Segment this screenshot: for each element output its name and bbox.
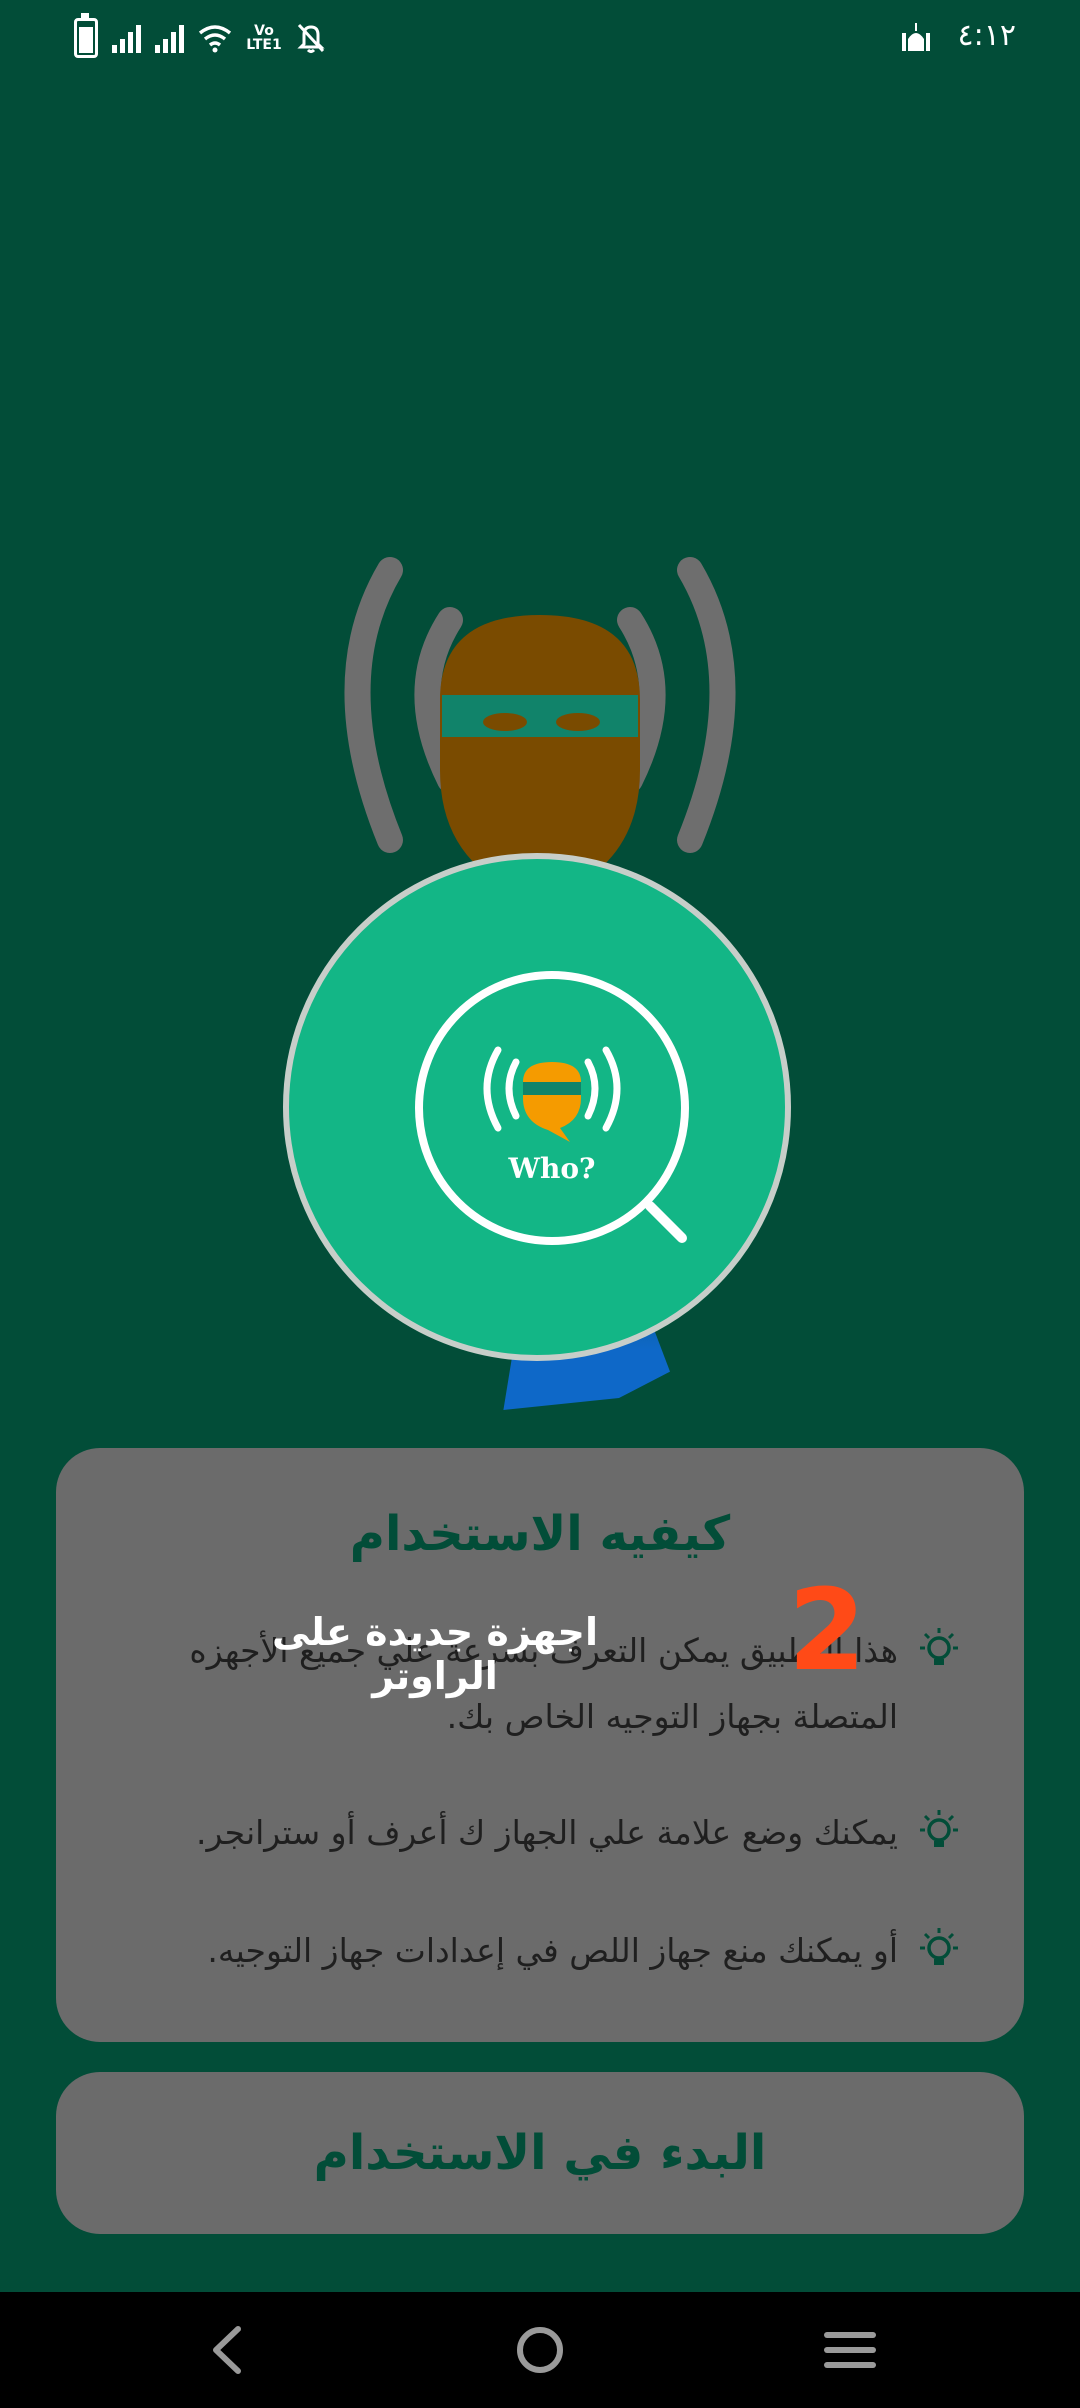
start-using-button[interactable]: البدء في الاستخدام bbox=[56, 2072, 1024, 2234]
signal-icon bbox=[155, 23, 184, 53]
mute-icon bbox=[297, 23, 325, 53]
signal-icon bbox=[112, 23, 141, 53]
mosque-icon bbox=[901, 22, 930, 51]
battery-icon bbox=[74, 13, 98, 58]
card-title: كيفيه الاستخدام bbox=[349, 1506, 731, 1562]
tip-item: أو يمكنك منع جهاز اللص في إعدادات جهاز ا… bbox=[158, 1918, 964, 1984]
status-time: ٤:١٢ bbox=[957, 18, 1016, 53]
lightbulb-icon bbox=[920, 1810, 958, 1847]
how-to-use-card: كيفيه الاستخدام هذا التطبيق يمكن التعرف … bbox=[56, 1448, 1024, 2042]
back-icon bbox=[213, 2326, 241, 2374]
onboarding-step-number: 2 bbox=[788, 1566, 866, 1696]
app-logo-text: Who? bbox=[508, 1152, 596, 1185]
home-button[interactable] bbox=[480, 2292, 600, 2408]
lightbulb-icon bbox=[920, 1628, 958, 1665]
tip-item: يمكنك وضع علامة علي الجهاز ك أعرف أو ستر… bbox=[158, 1800, 964, 1866]
menu-icon bbox=[824, 2332, 876, 2368]
home-icon bbox=[517, 2327, 563, 2373]
lightbulb-icon bbox=[920, 1928, 958, 1965]
onboarding-overlay-label: اجهزة جديدة على الراوتر bbox=[272, 1610, 598, 1698]
system-nav-bar bbox=[0, 2292, 1080, 2408]
app-logo-icon: Who? bbox=[415, 971, 689, 1245]
tip-text: أو يمكنك منع جهاز اللص في إعدادات جهاز ا… bbox=[207, 1931, 898, 1970]
tip-text: يمكنك وضع علامة علي الجهاز ك أعرف أو ستر… bbox=[195, 1813, 898, 1852]
menu-button[interactable] bbox=[790, 2292, 910, 2408]
wifi-icon bbox=[198, 25, 232, 53]
volte-icon: Vo LTE1 bbox=[246, 23, 282, 53]
back-button[interactable] bbox=[168, 2292, 288, 2408]
status-bar: Vo LTE1 ٤:١٢ bbox=[0, 0, 1080, 80]
